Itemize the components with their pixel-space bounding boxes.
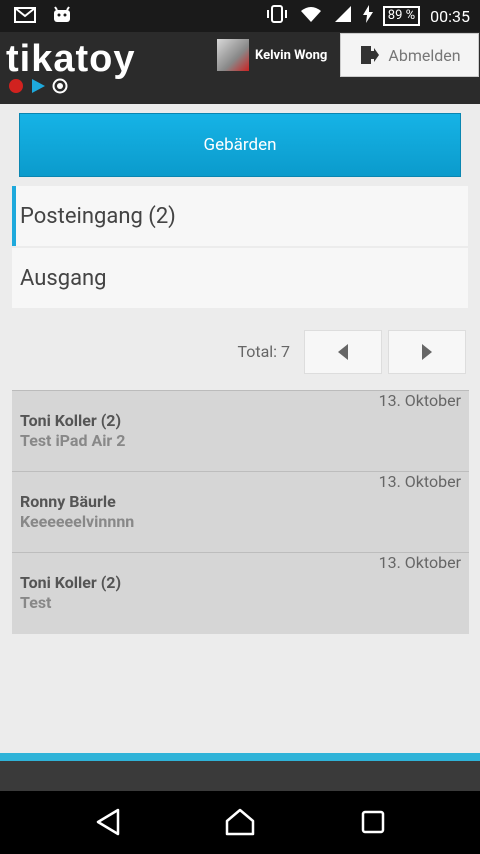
message-sender: Ronny Bäurle xyxy=(20,492,116,511)
logout-button[interactable]: Abmelden xyxy=(340,33,479,77)
message-sender: Toni Koller (2) xyxy=(20,411,122,430)
message-date: 13. Oktober xyxy=(378,391,461,410)
total-count: Total: 7 xyxy=(237,342,290,361)
accent-divider xyxy=(0,753,480,761)
folder-inbox[interactable]: Posteingang (2) xyxy=(12,186,468,246)
gebaerden-button[interactable]: Gebärden xyxy=(19,113,461,177)
next-page-button[interactable] xyxy=(388,330,466,374)
logout-label: Abmelden xyxy=(388,45,461,65)
message-subject: Test iPad Air 2 xyxy=(20,431,126,450)
footer-bar xyxy=(0,761,480,791)
android-icon xyxy=(52,6,72,28)
message-subject: Test xyxy=(20,593,52,612)
message-subject: Keeeeeelvinnnn xyxy=(20,512,135,531)
message-row[interactable]: 13. Oktober Toni Koller (2) Test iPad Ai… xyxy=(12,391,469,472)
mail-icon xyxy=(14,7,36,27)
logo-dots xyxy=(8,78,68,94)
charging-icon xyxy=(362,5,373,27)
chevron-left-icon xyxy=(338,344,348,360)
pager: Total: 7 xyxy=(0,330,480,374)
clock: 00:35 xyxy=(430,6,470,26)
android-nav-bar xyxy=(0,791,480,854)
message-date: 13. Oktober xyxy=(378,472,461,491)
message-row[interactable]: 13. Oktober Toni Koller (2) Test xyxy=(12,553,469,634)
user-profile[interactable]: Kelvin Wong xyxy=(217,39,327,71)
message-date: 13. Oktober xyxy=(378,553,461,572)
status-bar: 89 % 00:35 xyxy=(0,0,480,32)
home-button[interactable] xyxy=(220,805,260,839)
folder-outbox[interactable]: Ausgang xyxy=(12,248,468,308)
folder-label: Ausgang xyxy=(20,265,107,291)
previous-page-button[interactable] xyxy=(304,330,382,374)
message-row[interactable]: 13. Oktober Ronny Bäurle Keeeeeelvinnnn xyxy=(12,472,469,553)
app-logo: tikatoy xyxy=(6,38,136,80)
avatar[interactable] xyxy=(217,39,249,71)
wifi-icon xyxy=(299,5,323,27)
recents-square-icon xyxy=(361,810,385,834)
user-name: Kelvin Wong xyxy=(255,47,328,63)
signal-icon xyxy=(333,5,353,27)
message-list: 13. Oktober Toni Koller (2) Test iPad Ai… xyxy=(12,390,469,634)
message-sender: Toni Koller (2) xyxy=(20,573,122,592)
back-button[interactable] xyxy=(88,805,128,839)
recents-button[interactable] xyxy=(353,805,393,839)
play-icon xyxy=(32,79,45,93)
exit-door-icon xyxy=(361,46,380,64)
battery-indicator: 89 % xyxy=(382,6,421,26)
home-icon xyxy=(225,808,255,836)
chevron-right-icon xyxy=(422,344,432,360)
record-dot-icon xyxy=(9,79,23,93)
vibrate-icon xyxy=(265,5,289,27)
stop-circle-icon xyxy=(52,78,68,94)
folder-label: Posteingang (2) xyxy=(20,203,176,229)
back-triangle-icon xyxy=(96,808,120,836)
